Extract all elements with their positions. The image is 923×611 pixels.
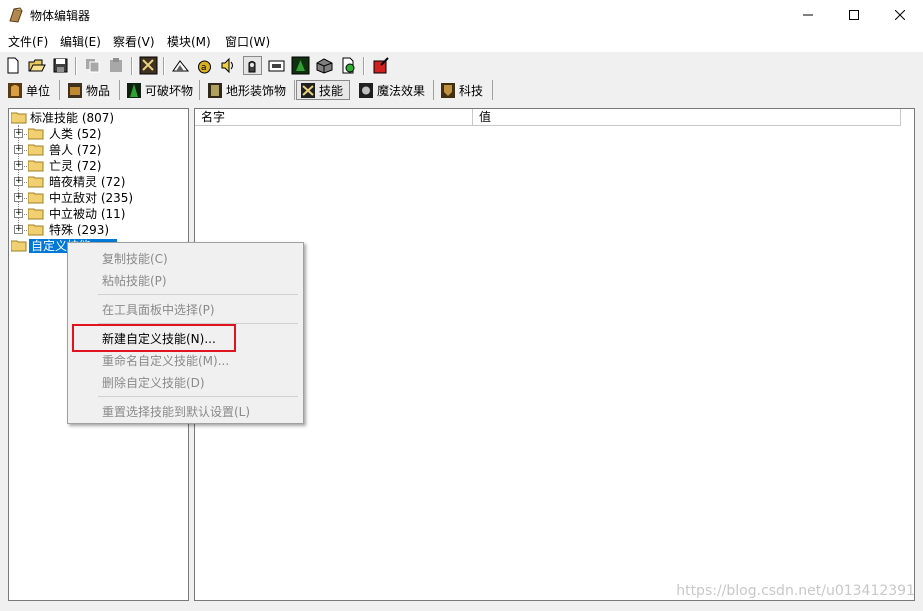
- toolbar-separator: [363, 57, 365, 75]
- menu-module[interactable]: 模块(M): [167, 33, 211, 50]
- window-title: 物体编辑器: [30, 9, 91, 23]
- minimize-icon: [803, 14, 813, 16]
- doodad-tab-icon: [208, 82, 222, 98]
- column-header-name[interactable]: 名字: [195, 109, 473, 126]
- folder-icon: [28, 176, 44, 188]
- tab-items-label: 物品: [86, 83, 111, 98]
- item-tab-icon: [68, 82, 82, 98]
- tree-item-undead[interactable]: 亡灵 (72): [49, 159, 101, 173]
- maximize-button[interactable]: [831, 0, 877, 30]
- menu-separator: [98, 294, 298, 295]
- expand-plus-icon[interactable]: +: [14, 161, 23, 170]
- tab-abilities[interactable]: 技能: [296, 80, 350, 100]
- tree-item-night-elf[interactable]: 暗夜精灵 (72): [49, 175, 125, 189]
- menu-separator: [98, 396, 298, 397]
- open-folder-icon[interactable]: [27, 56, 46, 75]
- unit-toolbar-icon[interactable]: [139, 56, 158, 75]
- toolbar-separator: [75, 57, 77, 75]
- tree-item-special[interactable]: 特殊 (293): [49, 223, 109, 237]
- menu-delete-custom-ability[interactable]: 删除自定义技能(D): [102, 374, 205, 391]
- expand-plus-icon[interactable]: +: [14, 129, 23, 138]
- tab-abilities-label: 技能: [319, 83, 344, 98]
- folder-open-icon: [11, 112, 27, 124]
- tree-item-neutral-hostile[interactable]: 中立敌对 (235): [49, 191, 133, 205]
- new-file-icon[interactable]: [4, 56, 23, 75]
- menu-window[interactable]: 窗口(W): [225, 33, 270, 50]
- terrain-icon[interactable]: [171, 56, 190, 75]
- paste-icon[interactable]: [107, 56, 126, 75]
- maximize-icon: [849, 10, 859, 20]
- upgrade-tab-icon: [441, 82, 455, 98]
- tree-item-orc[interactable]: 兽人 (72): [49, 143, 101, 157]
- ability-tab-icon: [301, 82, 315, 98]
- ability-hand-icon[interactable]: [243, 56, 262, 75]
- tab-upgrades-label: 科技: [459, 83, 484, 98]
- menu-select-in-palette[interactable]: 在工具面板中选择(P): [102, 301, 215, 318]
- tab-items[interactable]: 物品: [64, 80, 120, 100]
- folder-icon: [28, 192, 44, 204]
- folder-icon: [28, 224, 44, 236]
- expand-plus-icon[interactable]: +: [14, 193, 23, 202]
- tab-upgrades[interactable]: 科技: [437, 80, 493, 100]
- destructible-tab-icon: [127, 82, 141, 98]
- item-bag-icon[interactable]: a: [195, 56, 214, 75]
- folder-icon: [28, 144, 44, 156]
- annotation-highlight-box: [72, 324, 236, 352]
- svg-text:a: a: [201, 63, 207, 73]
- expand-plus-icon[interactable]: +: [14, 177, 23, 186]
- menu-bar: 文件(F) 编辑(E) 察看(V) 模块(M) 窗口(W): [0, 30, 923, 52]
- expand-plus-icon[interactable]: +: [14, 145, 23, 154]
- tab-buffs-label: 魔法效果: [377, 83, 426, 98]
- tab-doodads-label: 地形装饰物: [226, 83, 287, 98]
- import-icon[interactable]: [339, 56, 358, 75]
- tree-item-neutral-passive[interactable]: 中立被动 (11): [49, 207, 125, 221]
- expand-plus-icon[interactable]: +: [14, 225, 23, 234]
- tab-units-label: 单位: [26, 83, 51, 98]
- expand-plus-icon[interactable]: +: [14, 209, 23, 218]
- app-scroll-icon: [9, 7, 23, 23]
- close-button[interactable]: [877, 0, 923, 30]
- test-map-icon[interactable]: [371, 56, 390, 75]
- minimize-button[interactable]: [785, 0, 831, 30]
- crate-icon[interactable]: [315, 56, 334, 75]
- column-header-value[interactable]: 值: [473, 109, 901, 126]
- tab-destructibles-label: 可破坏物: [145, 83, 194, 98]
- folder-icon: [28, 128, 44, 140]
- watermark-text: https://blog.csdn.net/u013412391: [676, 583, 915, 599]
- unit-tab-icon: [8, 82, 22, 98]
- menu-reset-ability[interactable]: 重置选择技能到默认设置(L): [102, 403, 250, 420]
- menu-copy-ability[interactable]: 复制技能(C): [102, 250, 168, 267]
- camera-icon[interactable]: [267, 56, 286, 75]
- menu-file[interactable]: 文件(F): [8, 33, 48, 50]
- menu-rename-custom-ability[interactable]: 重命名自定义技能(M)...: [102, 352, 229, 369]
- copy-icon[interactable]: [83, 56, 102, 75]
- tree-root-standard[interactable]: 标准技能 (807): [30, 111, 114, 125]
- close-icon: [895, 10, 905, 20]
- sound-icon[interactable]: [219, 56, 238, 75]
- toolbar-separator: [163, 57, 165, 75]
- folder-icon: [11, 240, 27, 252]
- menu-edit[interactable]: 编辑(E): [60, 33, 101, 50]
- buff-tab-icon: [359, 82, 373, 98]
- save-icon[interactable]: [51, 56, 70, 75]
- tab-destructibles[interactable]: 可破坏物: [123, 80, 200, 100]
- tab-units[interactable]: 单位: [4, 80, 60, 100]
- toolbar: a: [0, 53, 923, 79]
- toolbar-separator: [131, 57, 133, 75]
- tab-doodads[interactable]: 地形装饰物: [204, 80, 295, 100]
- doodad-icon[interactable]: [291, 56, 310, 75]
- tree-item-human[interactable]: 人类 (52): [49, 127, 101, 141]
- folder-icon: [28, 160, 44, 172]
- menu-paste-ability[interactable]: 粘帖技能(P): [102, 272, 167, 289]
- menu-view[interactable]: 察看(V): [113, 33, 155, 50]
- title-bar: 物体编辑器: [0, 0, 923, 30]
- folder-icon: [28, 208, 44, 220]
- object-type-tabs: 单位 物品 可破坏物 地形装饰物 技能 魔法效果 科技: [0, 79, 923, 102]
- tab-buffs[interactable]: 魔法效果: [355, 80, 434, 100]
